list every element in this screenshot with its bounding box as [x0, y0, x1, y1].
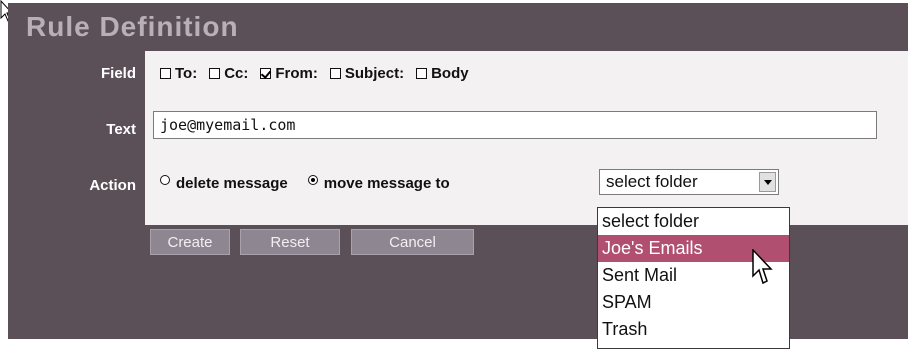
mouse-cursor-icon	[752, 249, 773, 285]
move-message-radio[interactable]	[307, 174, 318, 185]
subject-checkbox-label: Subject:	[344, 65, 405, 82]
delete-message-radio[interactable]	[160, 174, 170, 185]
from-checkbox-label: From:	[275, 65, 318, 82]
field-subject-option[interactable]: Subject:	[329, 65, 405, 82]
to-checkbox-label: To:	[175, 65, 198, 82]
field-to-option[interactable]: To:	[160, 65, 197, 82]
cc-checkbox[interactable]	[209, 68, 221, 79]
text-input[interactable]: joe@myemail.com	[153, 111, 877, 139]
folder-option-trash[interactable]: Trash	[598, 316, 789, 343]
from-checkbox[interactable]	[260, 68, 272, 79]
field-checkboxes: To: Cc: From: Subject: Body	[160, 65, 481, 82]
rule-form: To: Cc: From: Subject: Body joe@myemail.…	[145, 51, 908, 225]
cancel-button[interactable]: Cancel	[351, 229, 474, 255]
reset-button[interactable]: Reset	[240, 229, 340, 255]
delete-message-label: delete message	[176, 175, 288, 192]
field-cc-option[interactable]: Cc:	[209, 65, 248, 82]
folder-select[interactable]: select folder	[599, 169, 779, 195]
action-radios: delete message move message to	[160, 174, 470, 192]
folder-select-value: select folder	[606, 172, 698, 191]
field-label: Field	[100, 65, 136, 82]
text-label: Text	[106, 121, 136, 138]
create-button[interactable]: Create	[150, 229, 230, 255]
chevron-down-icon[interactable]	[759, 172, 776, 192]
folder-option-select-folder[interactable]: select folder	[598, 208, 789, 235]
body-checkbox[interactable]	[416, 68, 428, 79]
title-bar: Rule Definition	[8, 3, 908, 43]
subject-checkbox[interactable]	[329, 68, 341, 79]
move-message-label: move message to	[323, 175, 450, 192]
body-checkbox-label: Body	[431, 65, 469, 82]
action-label: Action	[89, 177, 136, 194]
cc-checkbox-label: Cc:	[224, 65, 249, 82]
field-from-option[interactable]: From:	[260, 65, 318, 82]
to-checkbox[interactable]	[160, 68, 171, 79]
folder-option-spam[interactable]: SPAM	[598, 289, 789, 316]
action-delete-option[interactable]: delete message	[160, 174, 288, 192]
page-title: Rule Definition	[26, 11, 239, 42]
action-move-option[interactable]: move message to	[307, 174, 450, 192]
field-body-option[interactable]: Body	[416, 65, 469, 82]
